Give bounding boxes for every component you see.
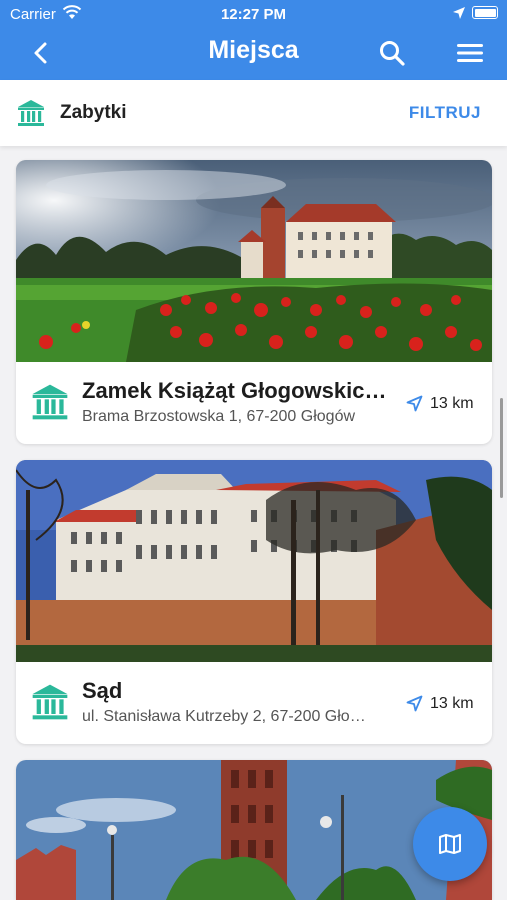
monument-icon xyxy=(18,100,44,126)
place-address: Brama Brzostowska 1, 67-200 Głogów xyxy=(82,408,356,425)
search-icon[interactable] xyxy=(378,39,406,67)
place-card[interactable]: Zamek Książąt Głogowskich… Brama Brzosto… xyxy=(16,160,492,444)
monument-icon xyxy=(32,384,68,420)
place-address: ul. Stanisława Kutrzeby 2, 67-200 Gło… xyxy=(82,708,366,725)
place-distance: 13 km xyxy=(430,695,474,712)
category-label: Zabytki xyxy=(60,102,127,123)
page-title: Miejsca xyxy=(208,36,299,64)
clock: 12:27 PM xyxy=(220,6,287,23)
place-name: Zamek Książąt Głogowskich… xyxy=(82,378,394,403)
location-arrow-icon xyxy=(453,7,465,19)
navigation-arrow-icon xyxy=(406,395,423,412)
status-bar: Carrier 12:27 PM xyxy=(0,0,507,28)
navigation-arrow-icon xyxy=(406,695,423,712)
category-filter-bar: Zabytki FILTRUJ xyxy=(0,80,507,146)
place-photo xyxy=(16,460,492,662)
place-info: Sąd ul. Stanisława Kutrzeby 2, 67-200 Gł… xyxy=(16,662,492,744)
map-view-button[interactable] xyxy=(413,807,487,881)
nav-bar: Miejsca xyxy=(0,28,507,80)
app-header: Carrier 12:27 PM Miejsca xyxy=(0,0,507,80)
place-photo xyxy=(16,160,492,362)
scrollbar[interactable] xyxy=(500,398,503,498)
place-info: Zamek Książąt Głogowskich… Brama Brzosto… xyxy=(16,362,492,444)
place-distance: 13 km xyxy=(430,395,474,412)
monument-icon xyxy=(32,684,68,720)
place-name: Sąd xyxy=(82,678,123,703)
hamburger-menu-icon[interactable] xyxy=(455,41,485,65)
battery-icon xyxy=(472,6,498,19)
place-card[interactable]: Sąd ul. Stanisława Kutrzeby 2, 67-200 Gł… xyxy=(16,460,492,744)
map-icon xyxy=(439,834,461,854)
filter-button[interactable]: FILTRUJ xyxy=(409,103,481,123)
